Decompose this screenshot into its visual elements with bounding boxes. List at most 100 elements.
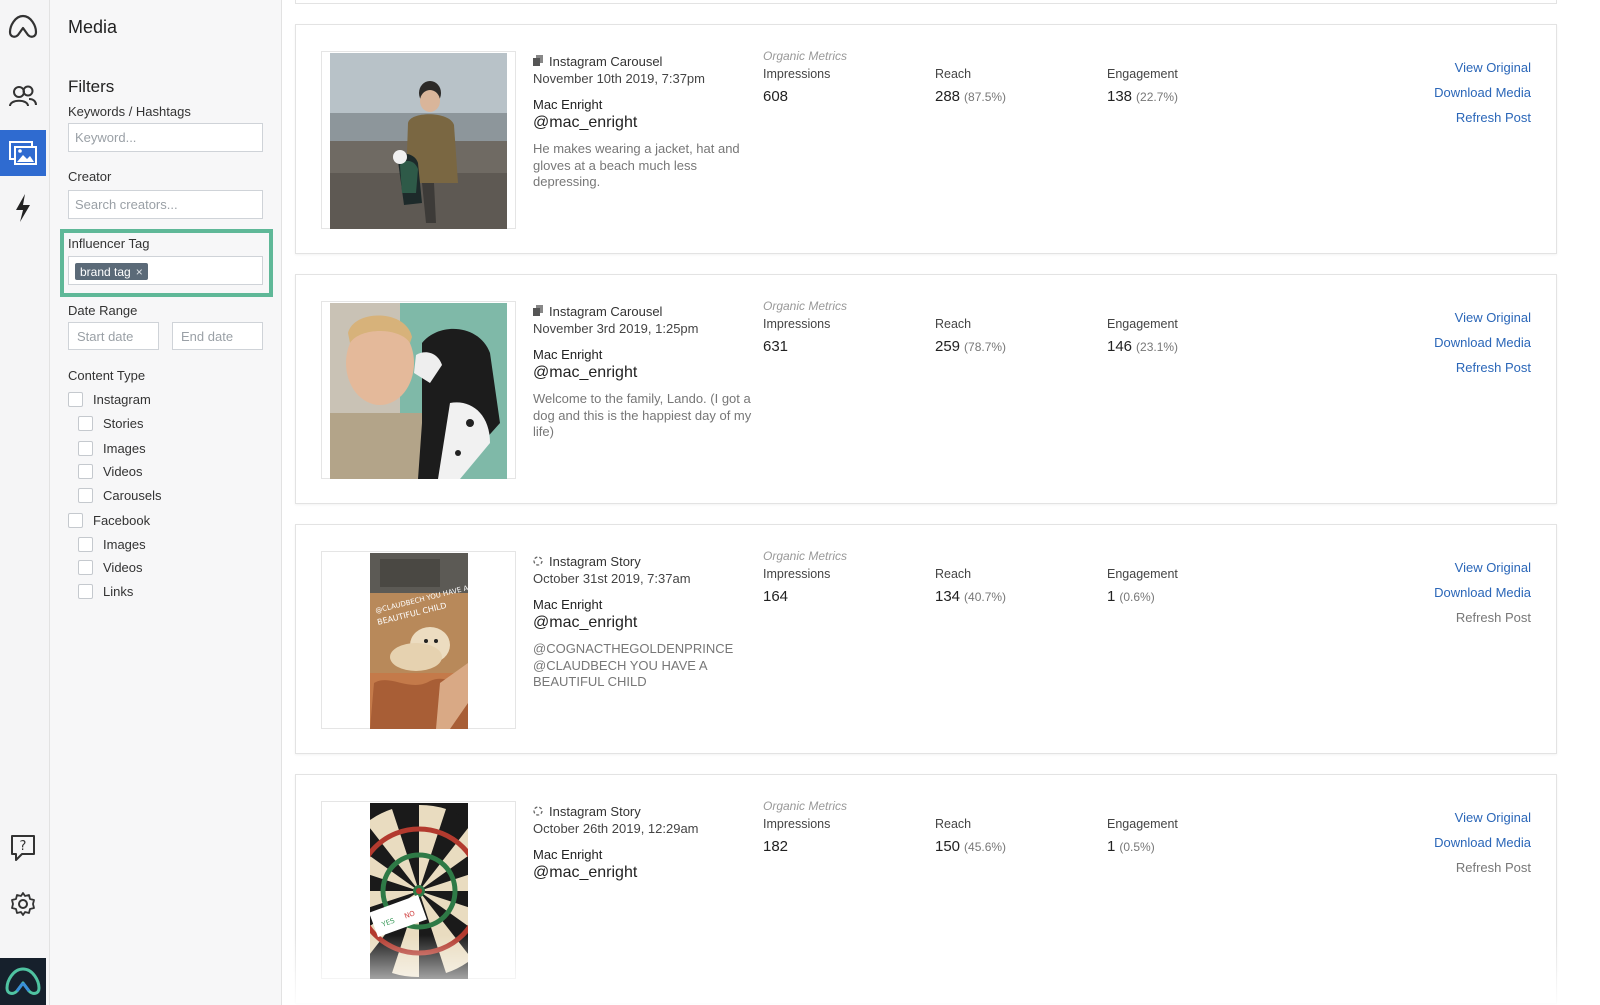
- creator-handle: @mac_enright: [533, 614, 638, 631]
- start-date-input[interactable]: [68, 322, 159, 350]
- metric-label: Engagement: [1107, 567, 1178, 581]
- checkbox-instagram-videos[interactable]: Videos: [78, 464, 143, 479]
- download-media-link[interactable]: Download Media: [1434, 335, 1531, 360]
- checkbox-facebook-links[interactable]: Links: [78, 584, 133, 599]
- checkbox-label: Stories: [103, 416, 144, 431]
- lightning-icon[interactable]: [0, 185, 46, 231]
- reach-value: 259: [935, 338, 961, 355]
- post-type: Instagram Story: [533, 802, 753, 820]
- media-thumbnail[interactable]: YES NO: [321, 801, 516, 979]
- media-thumbnail[interactable]: [321, 301, 516, 479]
- post-caption: He makes wearing a jacket, hat and glove…: [533, 141, 740, 189]
- creator-search-input[interactable]: [68, 190, 263, 219]
- post-type-label: Instagram Story: [549, 803, 641, 819]
- download-media-link[interactable]: Download Media: [1434, 585, 1531, 610]
- checkbox-label: Images: [103, 537, 146, 552]
- chip-remove-icon[interactable]: ×: [136, 265, 143, 279]
- reach-percent: (87.5%): [964, 90, 1007, 104]
- checkbox-facebook[interactable]: Facebook: [68, 513, 150, 528]
- reach-value: 150: [935, 838, 961, 855]
- engagement-percent: (0.6%): [1119, 590, 1155, 604]
- creators-icon[interactable]: [0, 73, 46, 119]
- checkbox-facebook-images[interactable]: Images: [78, 537, 146, 552]
- date-range-label: Date Range: [68, 303, 138, 318]
- media-thumbnail[interactable]: @CLAUDBECH YOU HAVE A BEAUTIFUL CHILD: [321, 551, 516, 729]
- refresh-post-link[interactable]: Refresh Post: [1434, 860, 1531, 885]
- checkbox[interactable]: [78, 488, 93, 503]
- keyword-input[interactable]: [68, 123, 263, 152]
- checkbox[interactable]: [78, 441, 93, 456]
- view-original-link[interactable]: View Original: [1434, 310, 1531, 335]
- reach-metric: Reach 150 (45.6%): [935, 817, 1006, 855]
- checkbox-instagram-images[interactable]: Images: [78, 441, 146, 456]
- media-card: @CLAUDBECH YOU HAVE A BEAUTIFUL CHILD In…: [295, 524, 1557, 754]
- checkbox[interactable]: [68, 392, 83, 407]
- checkbox-instagram-stories[interactable]: Stories: [78, 416, 143, 431]
- post-meta: Instagram Carousel November 3rd 2019, 1:…: [533, 302, 753, 441]
- checkbox[interactable]: [78, 537, 93, 552]
- checkbox-label: Videos: [103, 464, 143, 479]
- checkbox[interactable]: [78, 464, 93, 479]
- download-media-link[interactable]: Download Media: [1434, 85, 1531, 110]
- metric-label: Reach: [935, 67, 972, 81]
- end-date-input[interactable]: [172, 322, 263, 350]
- checkbox-instagram[interactable]: Instagram: [68, 392, 151, 407]
- metric-label: Reach: [935, 817, 972, 831]
- post-type: Instagram Carousel: [533, 302, 753, 320]
- post-type-label: Instagram Carousel: [549, 303, 663, 319]
- page-title: Media: [68, 17, 118, 37]
- impressions-value: 182: [763, 838, 789, 855]
- checkbox-instagram-carousels[interactable]: Carousels: [78, 488, 162, 503]
- metric-label: Impressions: [763, 567, 831, 581]
- post-type: Instagram Carousel: [533, 52, 753, 70]
- nav-rail: ?: [0, 0, 50, 1005]
- post-date: October 26th 2019, 12:29am: [533, 821, 699, 836]
- refresh-post-link[interactable]: Refresh Post: [1434, 610, 1531, 635]
- metric-label: Impressions: [763, 67, 831, 81]
- creator-name: Mac Enright: [533, 97, 603, 112]
- post-actions: View Original Download Media Refresh Pos…: [1434, 310, 1531, 385]
- post-caption: Welcome to the family, Lando. (I got a d…: [533, 391, 752, 439]
- checkbox-facebook-videos[interactable]: Videos: [78, 560, 143, 575]
- gear-icon[interactable]: [0, 881, 46, 927]
- checkbox[interactable]: [78, 416, 93, 431]
- post-caption: @COGNACTHEGOLDENPRINCE @CLAUDBECH YOU HA…: [533, 641, 734, 689]
- view-original-link[interactable]: View Original: [1434, 560, 1531, 585]
- impressions-metric: Impressions 608: [763, 67, 830, 105]
- brand-logo-icon[interactable]: [0, 958, 46, 1005]
- metric-label: Engagement: [1107, 817, 1178, 831]
- checkbox-label: Facebook: [93, 513, 151, 528]
- checkbox[interactable]: [78, 584, 93, 599]
- beach-photo: [330, 53, 507, 229]
- story-icon: [533, 554, 543, 569]
- tag-chip-label: brand tag: [80, 264, 131, 279]
- creator-handle: @mac_enright: [533, 364, 638, 381]
- view-original-link[interactable]: View Original: [1434, 60, 1531, 85]
- engagement-value: 1: [1107, 588, 1116, 605]
- creator-name: Mac Enright: [533, 597, 603, 612]
- post-type-label: Instagram Carousel: [549, 53, 663, 69]
- download-media-link[interactable]: Download Media: [1434, 835, 1531, 860]
- checkbox[interactable]: [68, 513, 83, 528]
- tag-chip: brand tag ×: [75, 263, 148, 280]
- media-list: Instagram Carousel November 10th 2019, 7…: [282, 0, 1600, 1005]
- media-icon[interactable]: [0, 130, 46, 176]
- influencer-tag-input[interactable]: brand tag ×: [68, 256, 263, 285]
- media-thumbnail[interactable]: [321, 51, 516, 229]
- media-card: YES NO Instagram Story October 26th 2019…: [295, 774, 1557, 1004]
- post-meta: Instagram Story October 26th 2019, 12:29…: [533, 802, 753, 891]
- checkbox[interactable]: [78, 560, 93, 575]
- logo-icon[interactable]: [0, 4, 46, 50]
- refresh-post-link[interactable]: Refresh Post: [1434, 110, 1531, 135]
- help-icon[interactable]: ?: [0, 825, 46, 871]
- metric-label: Impressions: [763, 317, 831, 331]
- reach-metric: Reach 288 (87.5%): [935, 67, 1006, 105]
- post-meta: Instagram Carousel November 10th 2019, 7…: [533, 52, 753, 191]
- filter-sidebar: Media Filters Keywords / Hashtags Creato…: [50, 0, 282, 1005]
- checkbox-label: Videos: [103, 560, 143, 575]
- carousel-icon: [533, 54, 543, 69]
- engagement-percent: (22.7%): [1136, 90, 1179, 104]
- refresh-post-link[interactable]: Refresh Post: [1434, 360, 1531, 385]
- filters-heading: Filters: [68, 77, 115, 96]
- view-original-link[interactable]: View Original: [1434, 810, 1531, 835]
